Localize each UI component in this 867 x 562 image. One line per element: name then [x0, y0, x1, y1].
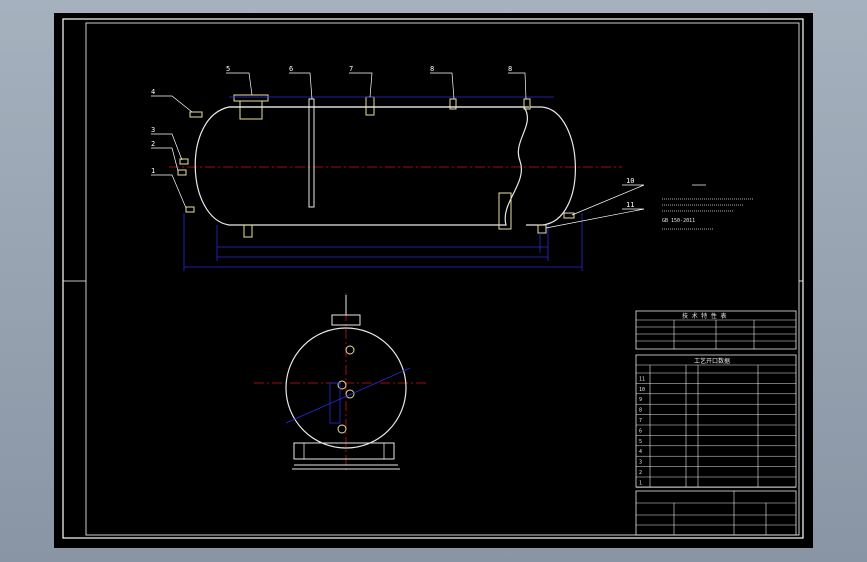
nozzle-row-number: 7	[639, 418, 642, 424]
nozzle-11	[537, 224, 547, 234]
nozzle-end-4	[337, 424, 347, 434]
callout-5: 5	[226, 65, 230, 73]
engineering-drawing: 5 6 7 8 8 4 3 2 1 10 11 GB 150-2011 技 术 …	[62, 18, 804, 539]
callout-8a: 8	[430, 65, 434, 73]
callout-1: 1	[151, 167, 155, 175]
elevation-dimensions	[183, 96, 583, 271]
nozzle-10	[563, 212, 575, 219]
nozzle-end-1	[345, 345, 355, 355]
callout-4: 4	[151, 88, 155, 96]
vessel-shell-left	[194, 106, 529, 226]
nozzle-7	[365, 96, 375, 116]
nozzle-row-number: 10	[639, 387, 645, 393]
nozzle-row-number: 5	[639, 439, 642, 445]
cad-viewport: 5 6 7 8 8 4 3 2 1 10 11 GB 150-2011 技 术 …	[0, 0, 867, 562]
design-table-header: 技 术 特 性 表	[682, 312, 726, 320]
technical-notes: GB 150-2011	[662, 184, 754, 230]
nozzle-row-number: 11	[639, 376, 645, 382]
nozzle-row-number: 8	[639, 408, 642, 414]
end-view-dimension	[285, 367, 411, 424]
manhole-neck	[239, 100, 263, 120]
drawing-sheet: 5 6 7 8 8 4 3 2 1 10 11 GB 150-2011 技 术 …	[54, 13, 813, 548]
title-block	[635, 490, 797, 536]
callout-3: 3	[151, 126, 155, 134]
nozzle-2	[177, 169, 187, 176]
manhole-flange	[233, 94, 269, 102]
nozzle-end-2	[337, 380, 347, 390]
nozzle-1	[185, 206, 195, 213]
callout-7: 7	[349, 65, 353, 73]
bottom-nozzle-left	[243, 224, 253, 238]
nozzle-data-table: 工艺开口数据 11 10 9 8 7 6 5 4 3 2 1	[635, 354, 797, 488]
callout-labels: 5 6 7 8 8 4 3 2 1 10 11	[151, 65, 634, 209]
elevation-view: 5 6 7 8 8 4 3 2 1 10 11	[151, 65, 645, 271]
nozzle-row-number: 3	[639, 460, 642, 466]
nozzle-table-title: 工艺开口数据	[694, 357, 730, 365]
nozzle-4	[189, 111, 203, 118]
nozzle-row-number: 2	[639, 470, 642, 476]
nozzle-row-number: 9	[639, 397, 642, 403]
internal-baffle	[308, 98, 315, 208]
vessel-shell-right	[526, 106, 576, 226]
saddle-base	[293, 442, 395, 460]
standard-note: GB 150-2011	[662, 218, 695, 224]
callout-10: 10	[626, 177, 634, 185]
design-data-table: 技 术 特 性 表	[635, 310, 797, 350]
saddle-support	[498, 192, 512, 230]
nozzle-3	[179, 158, 189, 165]
inner-border	[85, 22, 800, 536]
nozzle-row-number: 4	[639, 449, 642, 455]
callout-6: 6	[289, 65, 293, 73]
callout-8b: 8	[508, 65, 512, 73]
nozzle-end-3	[345, 389, 355, 399]
nozzle-row-number: 6	[639, 428, 642, 434]
nozzle-row-number: 1	[639, 480, 642, 486]
callout-11: 11	[626, 201, 634, 209]
end-view	[254, 293, 426, 473]
callout-leaders	[151, 72, 645, 229]
callout-2: 2	[151, 140, 155, 148]
